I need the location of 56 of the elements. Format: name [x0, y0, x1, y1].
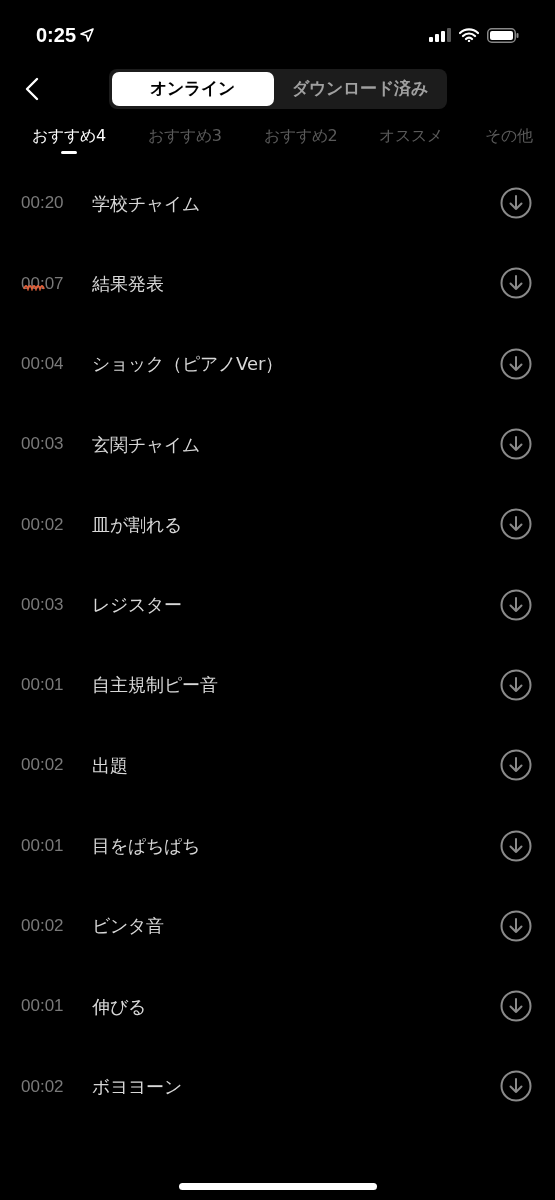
sound-row[interactable]: 00:03 玄関チャイム — [0, 403, 555, 485]
battery-icon — [487, 27, 519, 43]
sound-row[interactable]: 00:04 ショック（ピアノVer） — [0, 323, 555, 404]
segment-tab[interactable]: ダウンロード済み — [275, 72, 444, 106]
sound-title: ショック（ピアノVer） — [92, 352, 285, 377]
category-tab[interactable]: おすすめ4 — [32, 116, 107, 156]
signal-icon — [429, 28, 451, 42]
download-icon[interactable] — [500, 187, 532, 220]
sound-row[interactable]: 00:01 伸びる — [0, 965, 555, 1047]
wifi-icon — [459, 28, 479, 42]
sound-title: 自主規制ピー音 — [92, 673, 219, 698]
sound-title: 出題 — [92, 753, 129, 778]
download-icon[interactable] — [500, 588, 532, 621]
sound-title: 学校チャイム — [92, 191, 201, 216]
duration-text: 00:03 — [21, 434, 64, 454]
sound-row[interactable]: 00:03 レジスター — [0, 564, 555, 645]
download-icon[interactable] — [500, 990, 532, 1023]
download-icon[interactable] — [500, 668, 532, 701]
back-chevron-icon — [25, 77, 39, 101]
location-arrow-icon — [80, 28, 95, 42]
download-icon[interactable] — [500, 749, 532, 782]
duration-text: 00:02 — [21, 1076, 64, 1096]
duration-text: 00:02 — [21, 755, 64, 775]
sound-row[interactable]: 00:02 ボヨヨーン — [0, 1046, 555, 1127]
download-icon[interactable] — [500, 267, 532, 300]
download-icon[interactable] — [500, 428, 532, 461]
duration-text: 00:20 — [21, 193, 64, 213]
duration-text: 00:01 — [21, 835, 64, 855]
duration-text: 00:03 — [21, 594, 64, 614]
duration-text: 00:02 — [21, 514, 64, 534]
duration-text: 00:02 — [21, 916, 64, 936]
sound-title: 伸びる — [92, 994, 147, 1019]
selected-tab-underline — [61, 151, 78, 154]
sound-title: ボヨヨーン — [92, 1074, 183, 1099]
sound-row[interactable]: 00:01 目をぱちぱち — [0, 805, 555, 886]
sound-title: ビンタ音 — [92, 914, 165, 939]
sound-title: レジスター — [92, 593, 183, 618]
sound-title: 目をぱちぱち — [92, 834, 201, 858]
download-icon[interactable] — [500, 1070, 532, 1103]
sound-row[interactable]: 00:20 学校チャイム — [0, 163, 555, 244]
download-icon[interactable] — [500, 508, 532, 541]
download-icon[interactable] — [500, 909, 532, 942]
sound-row[interactable]: 00:02 出題 — [0, 725, 555, 806]
duration-text: 00:04 — [21, 354, 64, 373]
sound-title: 皿が割れる — [92, 512, 183, 537]
download-icon[interactable] — [500, 829, 532, 862]
duration-text: 00:01 — [21, 675, 64, 695]
segment-tab[interactable]: オンライン — [111, 72, 274, 106]
sound-title: 玄関チャイム — [92, 432, 201, 457]
sound-row[interactable]: 00:02 皿が割れる — [0, 484, 555, 565]
sound-row[interactable]: 00:01 自主規制ピー音 — [0, 644, 555, 726]
sound-row[interactable]: 00:02 ビンタ音 — [0, 885, 555, 966]
download-icon[interactable] — [500, 347, 532, 380]
duration-text: 00:01 — [21, 996, 64, 1016]
sound-title: 結果発表 — [92, 271, 165, 296]
status-time: 0:25 — [36, 23, 77, 48]
